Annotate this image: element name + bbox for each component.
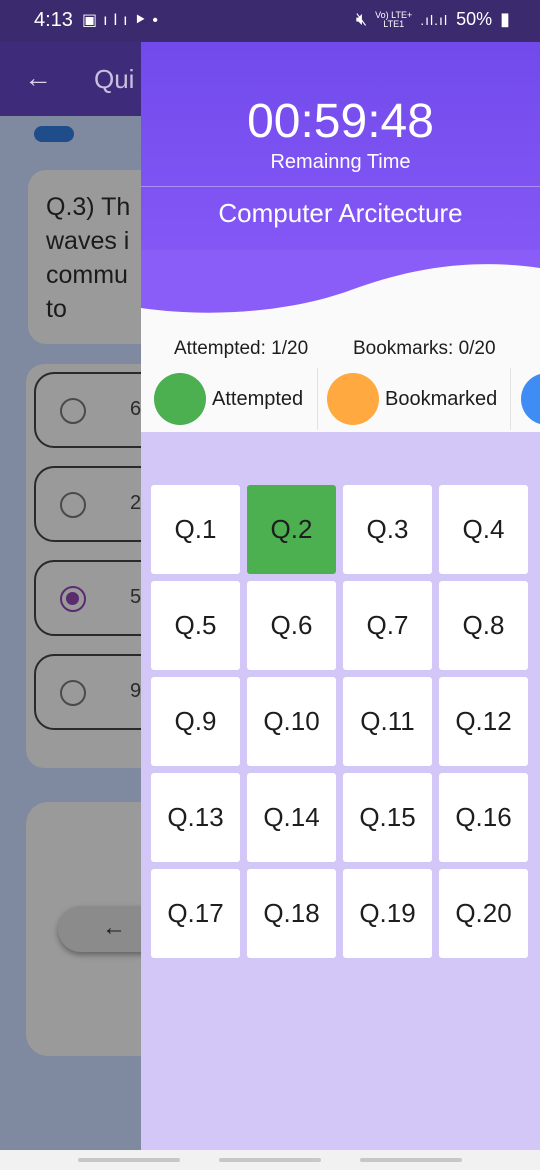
nav-back[interactable] [360, 1158, 462, 1162]
arrow-left-icon: ← [102, 914, 126, 941]
signal-icon: .ıl.ıl [420, 11, 449, 28]
legend-divider [510, 368, 511, 430]
question-button-10[interactable]: Q.10 [247, 677, 336, 766]
question-button-13[interactable]: Q.13 [151, 773, 240, 862]
legend: Attempted Bookmarked [141, 366, 540, 432]
question-button-6[interactable]: Q.6 [247, 581, 336, 670]
notification-icons: ▣ılı⯈• [82, 10, 164, 30]
radio-selected-icon[interactable] [60, 586, 86, 612]
radio-icon[interactable] [60, 680, 86, 706]
question-button-4[interactable]: Q.4 [439, 485, 528, 574]
timer-label: Remainng Time [270, 151, 411, 173]
legend-attempted: Attempted [154, 366, 303, 432]
attempted-count: Attempted: 1/20 [174, 338, 309, 359]
question-button-17[interactable]: Q.17 [151, 869, 240, 958]
countdown-timer: 00:59:48 [247, 95, 434, 148]
question-button-5[interactable]: Q.5 [151, 581, 240, 670]
header-divider [141, 186, 540, 187]
system-nav-bar [0, 1150, 540, 1170]
stats-panel: Attempted: 1/20 Bookmarks: 0/20 Attempte… [141, 320, 540, 432]
dot-icon: • [152, 12, 164, 29]
question-button-20[interactable]: Q.20 [439, 869, 528, 958]
network-indicator: Vo) LTE+ LTE1 [375, 9, 413, 29]
app-bar-title: Qui [94, 64, 135, 94]
battery-icon: ▮ [500, 9, 510, 29]
nav-recent[interactable] [78, 1158, 180, 1162]
progress-indicator [34, 126, 74, 142]
question-button-14[interactable]: Q.14 [247, 773, 336, 862]
question-button-19[interactable]: Q.19 [343, 869, 432, 958]
question-button-7[interactable]: Q.7 [343, 581, 432, 670]
question-button-16[interactable]: Q.16 [439, 773, 528, 862]
radio-icon[interactable] [60, 398, 86, 424]
question-button-11[interactable]: Q.11 [343, 677, 432, 766]
status-bar: 4:13 ▣ılı⯈• 🔇︎ Vo) LTE+ LTE1 .ıl.ıl 50% … [0, 0, 540, 42]
battery-text: 50% [456, 9, 493, 29]
question-button-1[interactable]: Q.1 [151, 485, 240, 574]
question-button-9[interactable]: Q.9 [151, 677, 240, 766]
back-arrow-icon[interactable]: ← [24, 62, 52, 94]
play-icon: ⯈ [133, 12, 153, 29]
course-title: Computer Arcitecture [218, 198, 463, 228]
question-button-15[interactable]: Q.15 [343, 773, 432, 862]
status-time: 4:13 [34, 9, 73, 31]
radio-icon[interactable] [60, 492, 86, 518]
legend-divider [317, 368, 318, 430]
question-button-18[interactable]: Q.18 [247, 869, 336, 958]
question-button-12[interactable]: Q.12 [439, 677, 528, 766]
question-navigator-drawer: 00:59:48 Remainng Time Computer Arcitect… [141, 0, 540, 1150]
status-right: 🔇︎ Vo) LTE+ LTE1 .ıl.ıl 50% ▮ [356, 9, 510, 30]
question-button-8[interactable]: Q.8 [439, 581, 528, 670]
legend-bookmarked: Bookmarked [327, 366, 497, 432]
legend-third [521, 366, 540, 432]
bookmarks-count: Bookmarks: 0/20 [353, 338, 496, 359]
question-button-3[interactable]: Q.3 [343, 485, 432, 574]
bookmarked-color-dot [327, 373, 379, 425]
mute-icon: 🔇︎ [355, 9, 368, 29]
bars-icon: ılı [103, 12, 134, 29]
attempted-color-dot [154, 373, 206, 425]
image-icon: ▣ [82, 12, 104, 29]
nav-home[interactable] [219, 1158, 321, 1162]
third-color-dot [521, 373, 540, 425]
question-text: Q.3) Th waves i commu to [46, 193, 131, 323]
question-button-2[interactable]: Q.2 [247, 485, 336, 574]
